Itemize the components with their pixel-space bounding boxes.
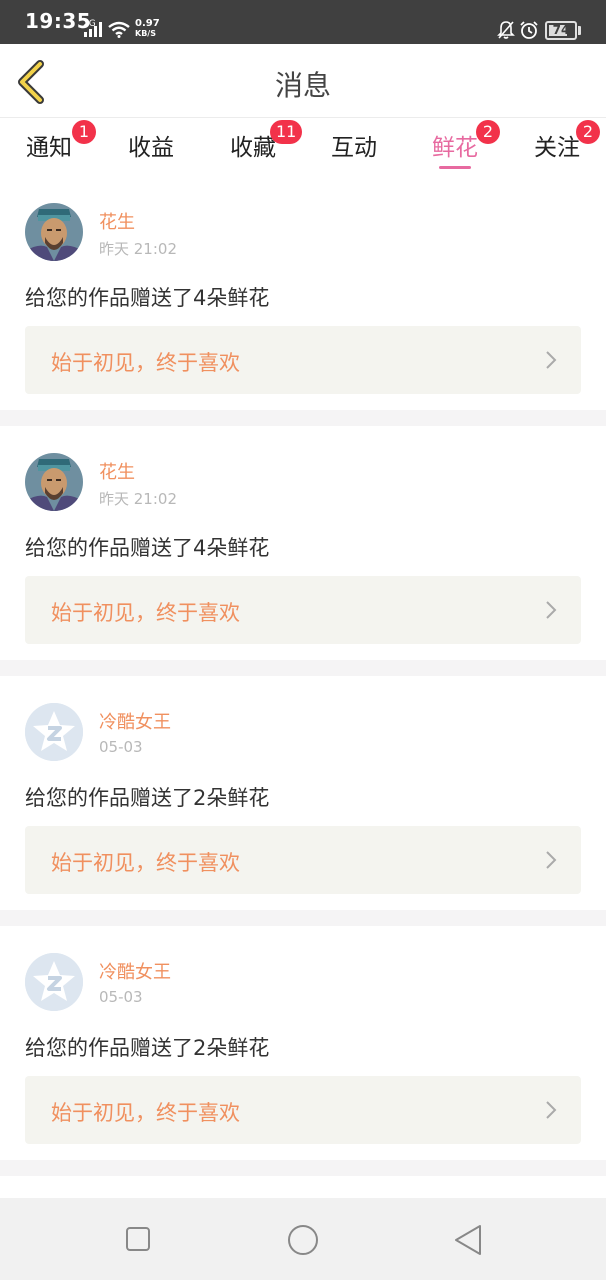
- wifi-icon: [108, 21, 130, 38]
- username[interactable]: 花生: [99, 208, 135, 234]
- work-link[interactable]: 始于初见，终于喜欢: [25, 576, 581, 644]
- home-icon: [288, 1225, 318, 1255]
- tab-label: 关注: [534, 135, 580, 161]
- work-title: 始于初见，终于喜欢: [51, 1101, 240, 1125]
- mute-bell-icon: [497, 21, 515, 39]
- message-card: 冷酷女王 05-03 给您的作品赠送了2朵鲜花 始于初见，终于喜欢: [0, 926, 606, 1160]
- tab-badge: 1: [72, 120, 96, 144]
- work-link[interactable]: 始于初见，终于喜欢: [25, 1076, 581, 1144]
- avatar[interactable]: [25, 203, 83, 261]
- username[interactable]: 冷酷女王: [99, 958, 171, 984]
- tab-badge: 2: [476, 120, 500, 144]
- tab-earnings[interactable]: 收益: [126, 128, 176, 174]
- tab-favorites[interactable]: 收藏 11: [228, 120, 303, 174]
- message-card: 花生 昨天 21:02 给您的作品赠送了4朵鲜花 始于初见，终于喜欢: [0, 176, 606, 410]
- battery-level: 74: [552, 23, 570, 37]
- tab-follows[interactable]: 关注 2: [532, 120, 600, 174]
- recent-apps-button[interactable]: [118, 1222, 158, 1258]
- tab-label: 鲜花: [432, 135, 478, 161]
- work-title: 始于初见，终于喜欢: [51, 351, 240, 375]
- chevron-right-icon: [546, 351, 557, 369]
- battery-icon: 74: [545, 21, 577, 40]
- network-speed: 0.97 KB/S: [135, 19, 160, 39]
- chevron-right-icon: [546, 601, 557, 619]
- message-time: 昨天 21:02: [99, 490, 177, 508]
- message-time: 昨天 21:02: [99, 240, 177, 258]
- message-time: 05-03: [99, 988, 143, 1006]
- message-text: 给您的作品赠送了2朵鲜花: [25, 1036, 270, 1060]
- message-text: 给您的作品赠送了2朵鲜花: [25, 786, 270, 810]
- work-link[interactable]: 始于初见，终于喜欢: [25, 826, 581, 894]
- tab-notice[interactable]: 通知 1: [24, 120, 96, 174]
- back-nav-button[interactable]: [448, 1222, 488, 1258]
- avatar[interactable]: [25, 453, 83, 511]
- app-header: 消息: [0, 44, 606, 118]
- home-button[interactable]: [283, 1222, 323, 1258]
- page-title: 消息: [274, 69, 331, 102]
- avatar[interactable]: [25, 703, 83, 761]
- status-bar: 19:35 2G 0.97 KB/S 74: [0, 0, 606, 44]
- work-link[interactable]: 始于初见，终于喜欢: [25, 326, 581, 394]
- portrait-avatar-icon: [25, 453, 83, 511]
- tab-badge: 2: [576, 120, 600, 144]
- signal-icon: [84, 22, 102, 37]
- alarm-icon: [520, 21, 538, 39]
- username[interactable]: 冷酷女王: [99, 708, 171, 734]
- message-card: 花生 昨天 21:02 给您的作品赠送了4朵鲜花 始于初见，终于喜欢: [0, 426, 606, 660]
- message-card: 冷酷女王 05-03 给您的作品赠送了2朵鲜花 始于初见，终于喜欢: [0, 676, 606, 910]
- active-tab-indicator: [439, 166, 471, 169]
- message-text: 给您的作品赠送了4朵鲜花: [25, 536, 270, 560]
- tab-label: 收益: [128, 135, 174, 161]
- divider: [0, 1160, 606, 1176]
- tab-interaction[interactable]: 互动: [329, 128, 379, 174]
- tab-badge: 11: [270, 120, 303, 144]
- message-text: 给您的作品赠送了4朵鲜花: [25, 286, 270, 310]
- default-avatar-icon: [25, 953, 83, 1011]
- back-triangle-icon: [455, 1225, 481, 1255]
- tab-bar: 通知 1 收益 收藏 11 互动 鲜花 2 关注 2: [0, 118, 606, 176]
- username[interactable]: 花生: [99, 458, 135, 484]
- divider: [0, 410, 606, 426]
- avatar[interactable]: [25, 953, 83, 1011]
- tab-label: 互动: [331, 135, 377, 161]
- divider: [0, 910, 606, 926]
- default-avatar-icon: [25, 703, 83, 761]
- tab-flowers[interactable]: 鲜花 2: [430, 120, 500, 174]
- divider: [0, 660, 606, 676]
- speed-value: 0.97: [135, 18, 160, 29]
- status-time: 19:35: [25, 9, 92, 33]
- chevron-right-icon: [546, 1101, 557, 1119]
- system-nav-bar: [0, 1198, 606, 1280]
- battery-tip: [578, 26, 581, 35]
- work-title: 始于初见，终于喜欢: [51, 601, 240, 625]
- recent-apps-icon: [126, 1227, 150, 1251]
- message-time: 05-03: [99, 738, 143, 756]
- speed-unit: KB/S: [135, 29, 156, 38]
- tab-label: 通知: [26, 135, 72, 161]
- chevron-right-icon: [546, 851, 557, 869]
- portrait-avatar-icon: [25, 203, 83, 261]
- work-title: 始于初见，终于喜欢: [51, 851, 240, 875]
